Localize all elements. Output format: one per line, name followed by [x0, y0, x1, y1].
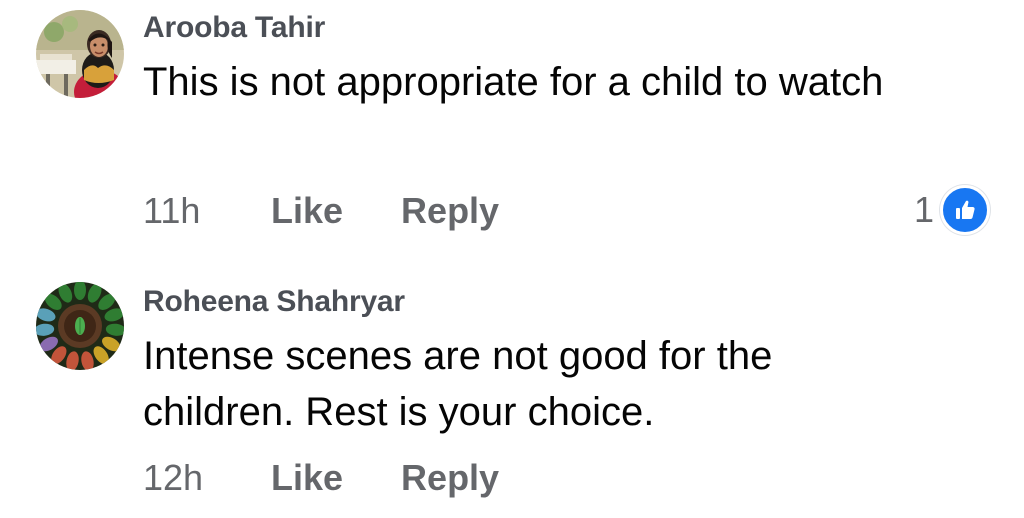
reply-button[interactable]: Reply [401, 457, 499, 499]
avatar[interactable] [36, 10, 124, 98]
comment-thread: Arooba Tahir This is not appropriate for… [0, 0, 1024, 518]
like-button[interactable]: Like [271, 457, 343, 499]
thumbs-up-icon [940, 185, 990, 235]
comment-timestamp[interactable]: 11h [143, 190, 271, 232]
comment-author[interactable]: Arooba Tahir [143, 10, 1004, 46]
reaction-count: 1 [913, 189, 934, 230]
comment: Arooba Tahir This is not appropriate for… [0, 0, 1024, 255]
reaction-summary[interactable]: 1 [913, 185, 990, 235]
reply-button[interactable]: Reply [401, 190, 499, 232]
comment-body: Arooba Tahir This is not appropriate for… [143, 10, 1004, 110]
comment: Roheena Shahryar Intense scenes are not … [0, 270, 1024, 518]
comment-text: This is not appropriate for a child to w… [143, 60, 884, 104]
comment-timestamp[interactable]: 12h [143, 457, 271, 499]
comment-body: Roheena Shahryar Intense scenes are not … [143, 284, 1004, 440]
comment-actions: 12h Like Reply [143, 454, 557, 502]
comment-author[interactable]: Roheena Shahryar [143, 284, 1004, 320]
comment-actions: 11h Like Reply [143, 187, 557, 235]
avatar[interactable] [36, 282, 124, 370]
comment-text: Intense scenes are not good for the chil… [143, 334, 773, 434]
like-button[interactable]: Like [271, 190, 343, 232]
